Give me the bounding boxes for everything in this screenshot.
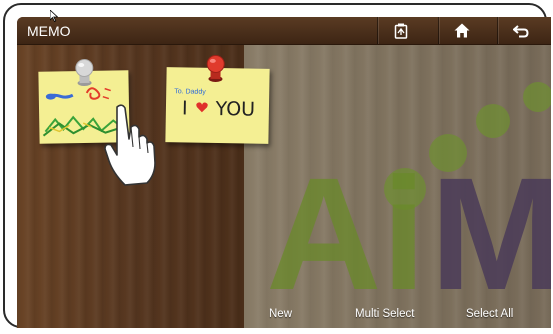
note-message: I YOU: [182, 97, 256, 120]
home-button[interactable]: [438, 17, 485, 44]
back-icon: [513, 24, 529, 37]
heart-icon: [195, 102, 208, 113]
note-message-i: I: [181, 97, 188, 120]
memo-settings-button[interactable]: [377, 17, 424, 44]
multi-select-button[interactable]: Multi Select: [355, 308, 414, 320]
touch-hand-icon: [104, 104, 156, 186]
app-title: MEMO: [27, 23, 71, 39]
watermark-text-m: M: [430, 144, 551, 323]
brand-watermark: Ai M: [244, 44, 551, 328]
note-to-line: To. Daddy: [174, 88, 206, 96]
title-bar: MEMO: [17, 17, 551, 45]
bottom-action-bar: New Multi Select Select All: [244, 306, 551, 328]
note-message-you: YOU: [215, 97, 256, 121]
select-all-button[interactable]: Select All: [466, 308, 513, 320]
pushpin-icon: [75, 58, 94, 86]
back-button[interactable]: [497, 17, 544, 44]
pushpin-icon: [206, 54, 225, 82]
mouse-pointer-icon: [50, 10, 58, 22]
watermark-text-a: Ai: [266, 144, 426, 323]
memo-settings-icon: [394, 23, 408, 39]
home-icon: [454, 23, 470, 38]
memo-note-text[interactable]: To. Daddy I YOU: [165, 54, 270, 144]
new-button[interactable]: New: [269, 308, 292, 320]
memo-screen: Ai M MEMO To. Daddy I YOU New Multi Sele…: [17, 17, 551, 328]
